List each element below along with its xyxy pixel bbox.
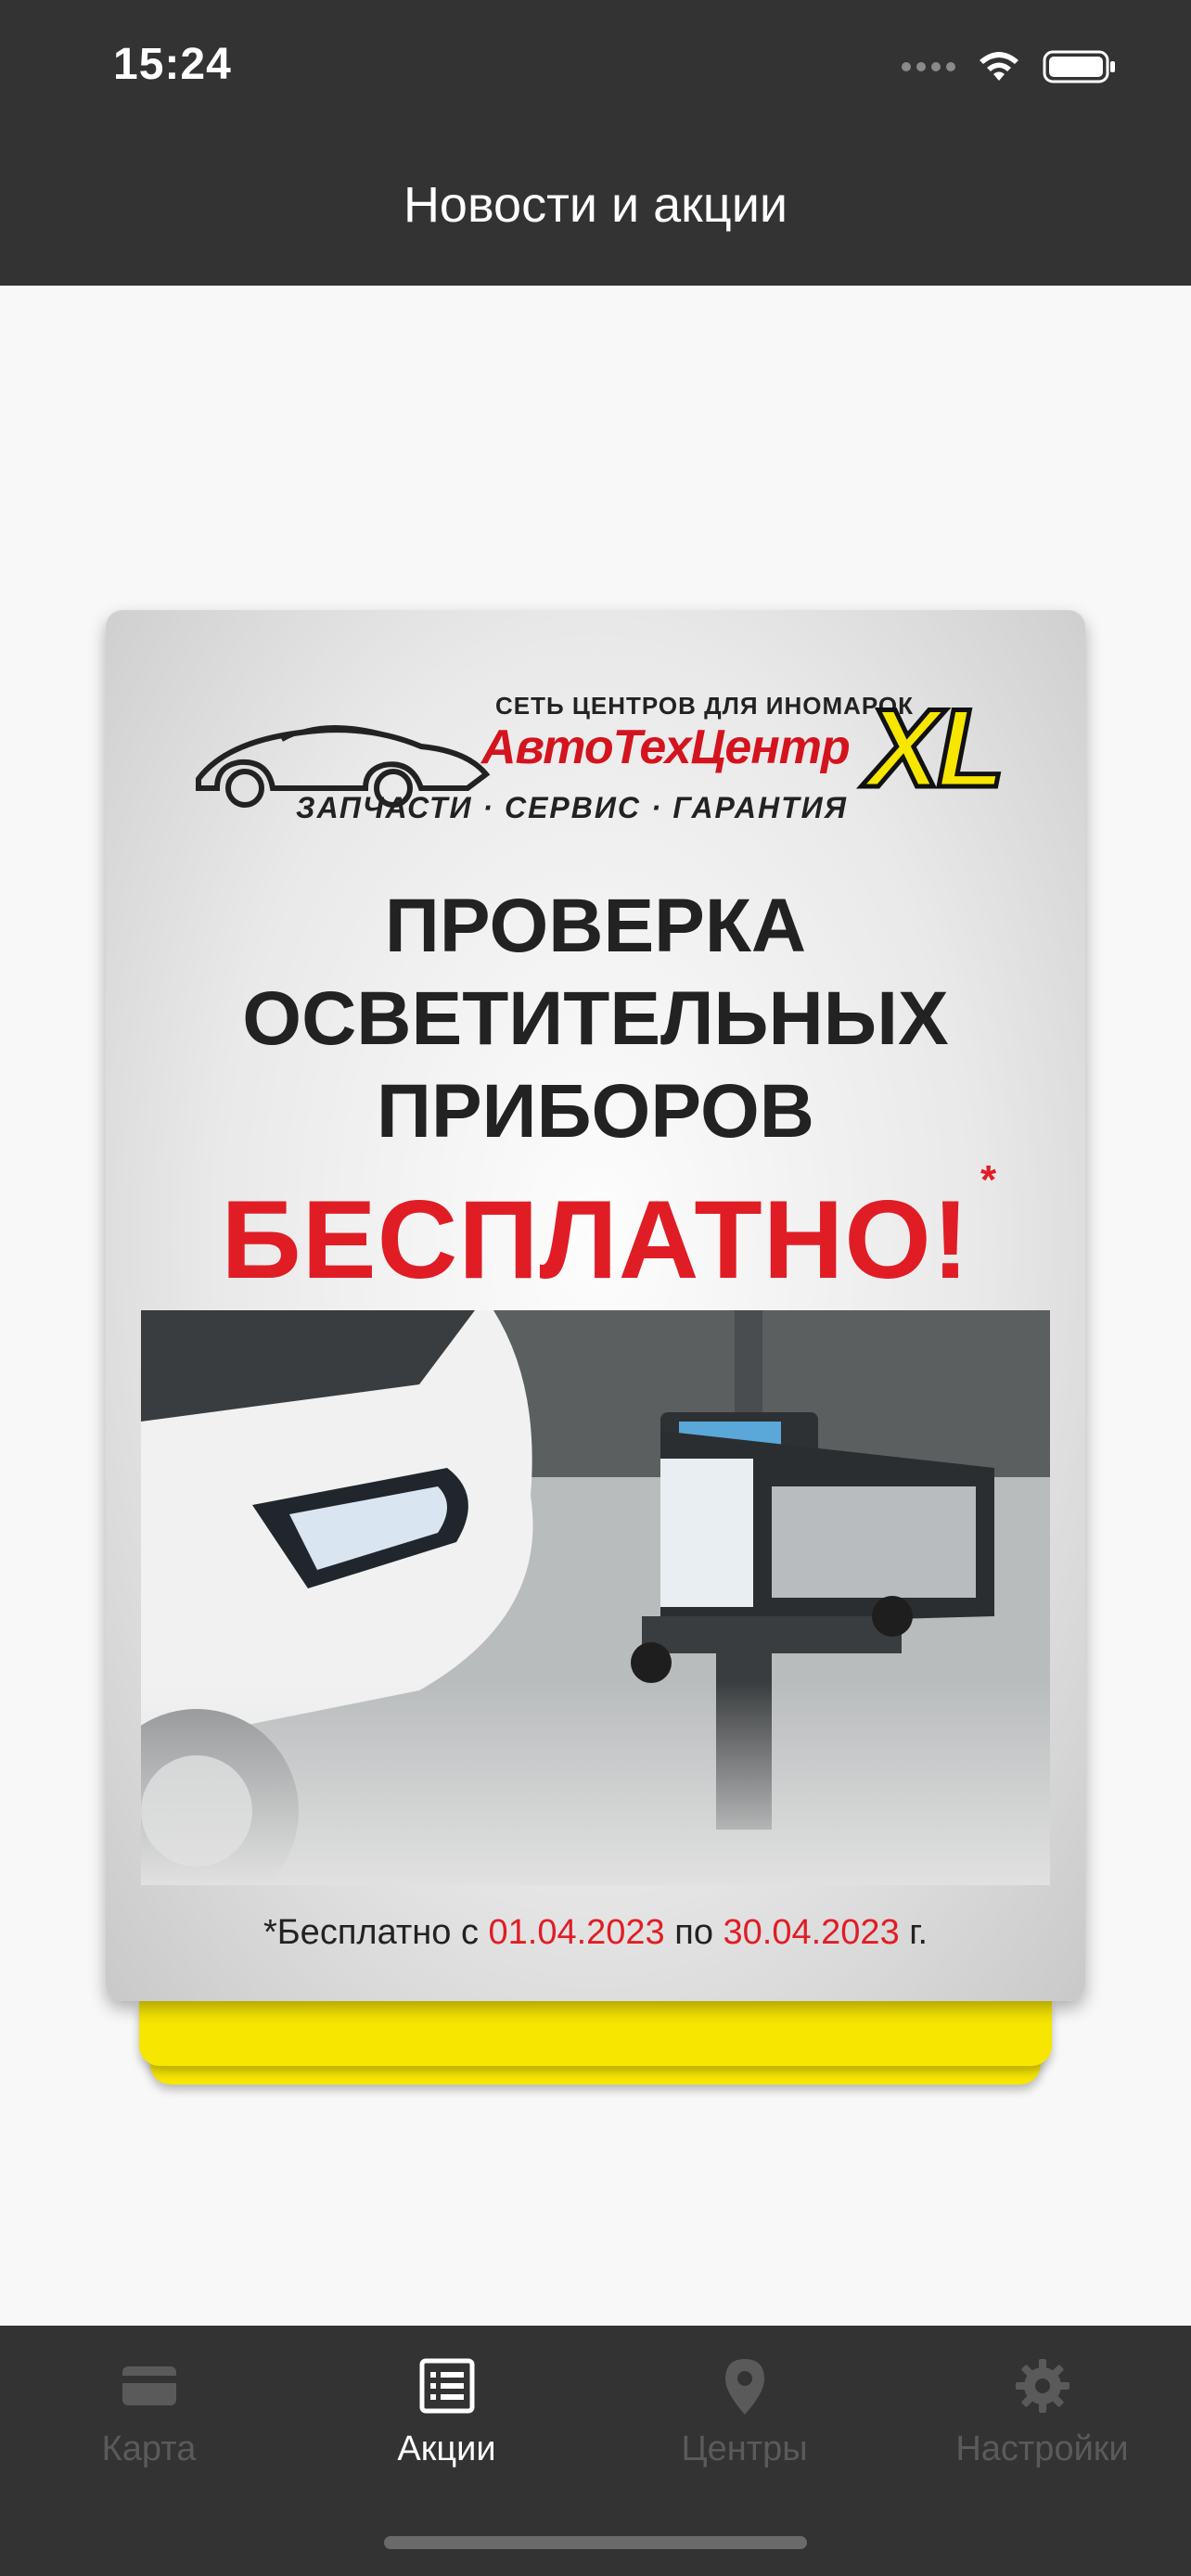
logo-brand: АвтоТехЦентр	[481, 721, 851, 774]
photo-fade	[141, 1681, 1050, 1885]
promo-photo	[141, 1310, 1050, 1885]
home-indicator[interactable]	[384, 2536, 807, 2549]
logo-subtitle: СЕТЬ ЦЕНТРОВ ДЛЯ ИНОМАРОК	[495, 692, 915, 720]
top-header: 15:24 Новости и акции	[0, 0, 1191, 286]
tab-centers[interactable]: Центры	[596, 2353, 893, 2511]
card-icon	[122, 2366, 176, 2405]
list-icon	[419, 2358, 474, 2414]
headline-line-2: ОСВЕТИТЕЛЬНЫХ	[242, 976, 949, 1061]
free-label: БЕСПЛАТНО!	[221, 1178, 970, 1302]
headline-line-1: ПРОВЕРКА	[384, 884, 807, 968]
footnote-prefix: *Бесплатно с	[263, 1913, 489, 1952]
tab-card-label: Карта	[101, 2429, 197, 2468]
footnote-date-to: 30.04.2023	[723, 1913, 900, 1952]
tab-centers-label: Центры	[681, 2429, 808, 2468]
stacked-card-middle	[139, 2001, 1052, 2066]
tab-promotions-label: Акции	[397, 2429, 496, 2468]
status-icons	[902, 46, 1117, 87]
tab-settings-label: Настройки	[955, 2429, 1129, 2468]
logo-xl: XL	[864, 684, 1006, 813]
page-title: Новости и акции	[403, 177, 788, 233]
logo-tagline: ЗАПЧАСТИ · СЕРВИС · ГАРАНТИЯ	[296, 791, 848, 824]
headline-line-3: ПРИБОРОВ	[377, 1069, 814, 1154]
footnote-suffix: г.	[899, 1913, 928, 1952]
footnote-mid: по	[664, 1913, 724, 1952]
tab-promotions[interactable]: Акции	[298, 2353, 596, 2511]
battery-icon	[1043, 50, 1115, 83]
asterisk-mark: *	[980, 1157, 997, 1203]
promo-footnote: *Бесплатно с 01.04.2023 по 30.04.2023 г.	[106, 1913, 1085, 1953]
tab-settings[interactable]: Настройки	[893, 2353, 1191, 2511]
footnote-date-from: 01.04.2023	[488, 1913, 665, 1952]
status-time: 15:24	[113, 40, 232, 89]
location-pin-icon	[724, 2359, 764, 2415]
promo-card[interactable]: СЕТЬ ЦЕНТРОВ ДЛЯ ИНОМАРОК АвтоТехЦентр X…	[106, 610, 1085, 2001]
gear-icon	[1015, 2359, 1069, 2413]
news-content[interactable]: СЕТЬ ЦЕНТРОВ ДЛЯ ИНОМАРОК АвтоТехЦентр X…	[0, 286, 1191, 2326]
wifi-icon	[980, 52, 1018, 81]
cellular-signal-icon	[902, 62, 955, 71]
tab-card[interactable]: Карта	[0, 2353, 298, 2511]
